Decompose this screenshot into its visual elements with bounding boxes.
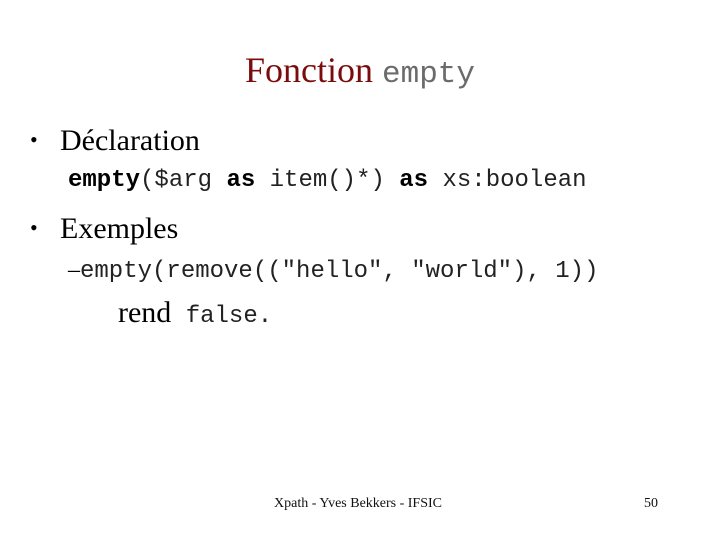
- slide: Fonction empty • Déclaration empty($arg a…: [0, 0, 720, 540]
- title-text: Fonction: [244, 50, 373, 90]
- sig-params-open: ($arg: [140, 167, 227, 194]
- title-code: empty: [382, 57, 476, 92]
- sig-keyword-as-return: as: [399, 167, 429, 194]
- example-expression: empty(remove(("hello", "world"), 1)): [80, 258, 599, 285]
- sig-param-type: item()*): [255, 167, 400, 194]
- bullet-declaration: • Déclaration: [30, 122, 200, 159]
- example-result: rend false.: [118, 298, 272, 332]
- example-code: –empty(remove(("hello", "world"), 1)): [68, 255, 598, 287]
- bullet-examples: • Exemples: [30, 210, 178, 247]
- page-number: 50: [644, 496, 658, 511]
- sig-function-name: empty: [68, 167, 141, 194]
- result-value: false.: [185, 303, 273, 330]
- function-signature: empty($arg as item()*) as xs:boolean: [68, 166, 587, 196]
- sig-keyword-as: as: [226, 167, 256, 194]
- bullet-icon: •: [30, 127, 38, 152]
- sig-return-type: xs:boolean: [428, 167, 587, 194]
- bullet-label: Déclaration: [60, 124, 200, 157]
- sub-bullet-dash: –: [68, 257, 80, 283]
- bullet-icon: •: [30, 215, 38, 240]
- result-word: rend: [118, 296, 172, 329]
- footer-text: Xpath - Yves Bekkers - IFSIC: [274, 496, 442, 511]
- slide-title: Fonction empty: [0, 48, 720, 97]
- bullet-label: Exemples: [60, 212, 179, 245]
